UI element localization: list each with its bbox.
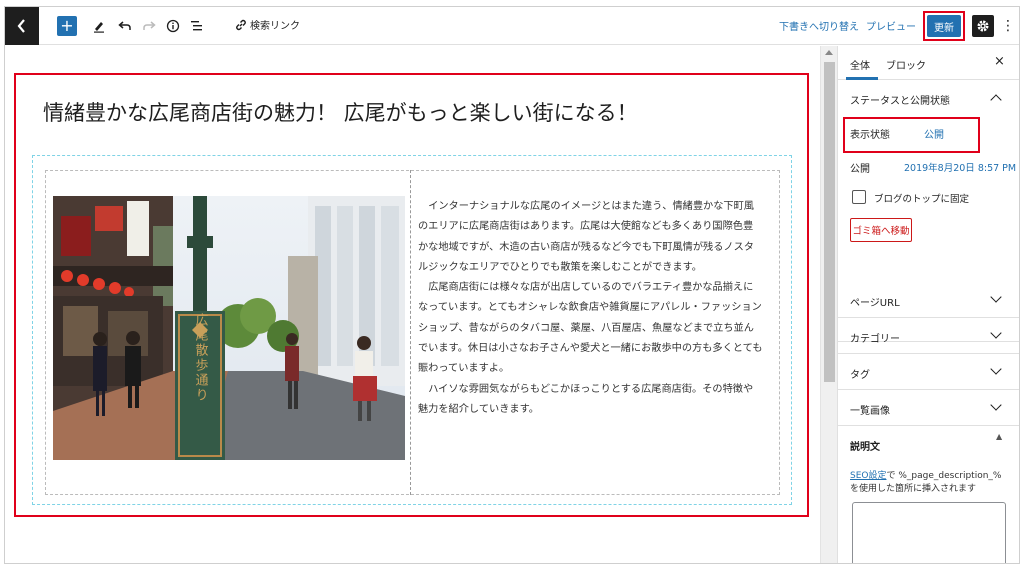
settings-button[interactable]	[972, 15, 994, 37]
sticky-checkbox[interactable]	[852, 190, 866, 204]
categories-section-title: カテゴリー	[850, 334, 900, 345]
chevron-down-icon[interactable]	[990, 291, 1002, 303]
gear-icon	[977, 20, 989, 32]
undo-icon	[118, 21, 131, 30]
update-button[interactable]: 更新	[927, 15, 961, 37]
more-vertical-icon: ⋮	[1001, 18, 1015, 34]
tags-section-title: タグ	[850, 370, 870, 381]
caret-up-icon[interactable]: ▲	[996, 432, 1002, 441]
scroll-up-arrow-icon[interactable]	[825, 50, 833, 55]
chevron-down-icon[interactable]	[990, 327, 1002, 339]
switch-to-draft-link[interactable]: 下書きへ切り替え	[779, 18, 859, 33]
permalink-panel[interactable]: ページURL	[838, 282, 1019, 318]
move-to-trash-button[interactable]: ゴミ箱へ移動	[850, 218, 912, 242]
sticky-label: ブログのトップに固定	[874, 194, 970, 205]
status-section-title[interactable]: ステータスと公開状態	[850, 92, 950, 107]
description-textarea[interactable]	[852, 502, 1006, 563]
paragraph-2[interactable]: 広尾商店街には様々な店が出店しているのでバラエティ豊かな品揃えになっています。と…	[418, 278, 763, 379]
sidebar-tabs: 全体 ブロック ×	[838, 46, 1019, 80]
edit-tool-button[interactable]	[89, 16, 109, 36]
tab-document[interactable]: 全体	[850, 57, 870, 72]
more-options-button[interactable]: ⋮	[1001, 15, 1015, 37]
close-icon[interactable]: ×	[994, 54, 1005, 69]
plus-icon: +	[60, 16, 74, 35]
add-block-button[interactable]: +	[57, 16, 77, 36]
undo-button[interactable]	[115, 16, 135, 36]
column-divider	[410, 170, 411, 495]
back-button[interactable]	[5, 7, 39, 45]
paragraph-block[interactable]: インターナショナルな広尾のイメージとはまた違う、情緒豊かな下町風のエリアに広尾商…	[418, 197, 763, 420]
publish-date-value[interactable]: 2019年8月20日 8:57 PM	[904, 160, 1016, 174]
link-icon	[236, 19, 246, 30]
editor-scrollbar[interactable]	[820, 46, 837, 563]
chevron-left-icon	[17, 19, 25, 33]
redo-icon	[143, 21, 156, 30]
paragraph-3[interactable]: ハイソな雰囲気ながらもどこかほっこりとする広尾商店街。その特徴や魅力を紹介してい…	[418, 380, 763, 421]
description-help: SEO設定で %_page_description_% を使用した箇所に挿入され…	[850, 470, 1010, 496]
chevron-down-icon[interactable]	[990, 399, 1002, 411]
editor-window: + 検索リンク 下書きへ切り替え プレビュー 更新 ⋮ 情緒豊かな広尾商店街の魅…	[4, 6, 1020, 564]
tags-panel[interactable]: タグ	[838, 354, 1019, 390]
chevron-down-icon[interactable]	[990, 363, 1002, 375]
categories-panel[interactable]: カテゴリー	[838, 318, 1019, 354]
paragraph-1[interactable]: インターナショナルな広尾のイメージとはまた違う、情緒豊かな下町風のエリアに広尾商…	[418, 197, 763, 278]
list-view-icon	[191, 21, 202, 31]
featured-image-section-title: 一覧画像	[850, 406, 890, 417]
description-section-title[interactable]: 説明文	[850, 438, 880, 453]
scroll-thumb[interactable]	[824, 62, 835, 382]
street-photo[interactable]: 広尾散歩通り	[53, 196, 405, 460]
pencil-icon	[94, 22, 104, 33]
status-highlight	[843, 117, 980, 153]
outline-button[interactable]	[187, 16, 207, 36]
chevron-up-icon[interactable]	[990, 94, 1002, 106]
publish-label: 公開	[850, 164, 870, 175]
search-link-button[interactable]: 検索リンク	[235, 17, 300, 32]
description-panel: 説明文 ▲ SEO設定で %_page_description_% を使用した箇…	[838, 426, 1019, 563]
sign-text: 広尾散歩通り	[193, 313, 209, 403]
top-toolbar: + 検索リンク 下書きへ切り替え プレビュー 更新 ⋮	[5, 7, 1019, 45]
tab-block[interactable]: ブロック	[886, 57, 926, 72]
street-photo-image: 広尾散歩通り	[53, 196, 405, 460]
preview-link[interactable]: プレビュー	[866, 18, 916, 33]
permalink-section-title: ページURL	[850, 298, 900, 309]
seo-settings-link[interactable]: SEO設定	[850, 471, 886, 481]
featured-image-panel[interactable]: 一覧画像	[838, 390, 1019, 426]
info-icon	[166, 19, 180, 33]
post-title[interactable]: 情緒豊かな広尾商店街の魅力！ 広尾がもっと楽しい街になる！	[43, 97, 638, 127]
details-button[interactable]	[163, 16, 183, 36]
search-link-label: 検索リンク	[250, 21, 300, 32]
redo-button[interactable]	[139, 16, 159, 36]
